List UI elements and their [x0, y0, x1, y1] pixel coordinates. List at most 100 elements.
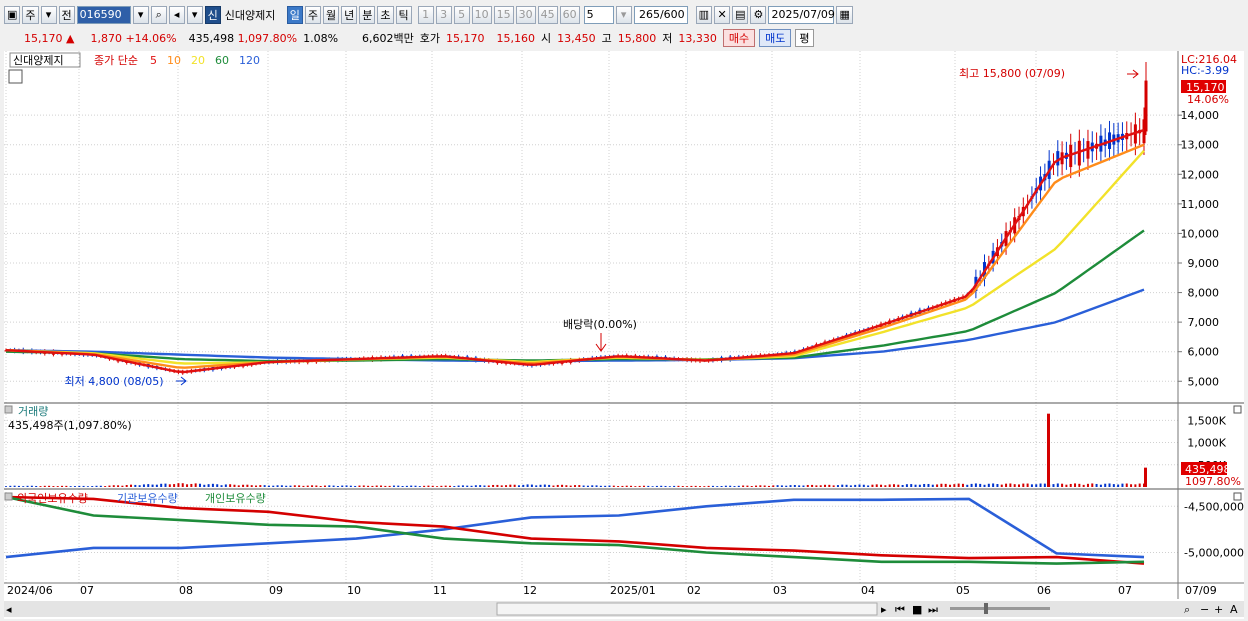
holdings-y-tick: -5,000,000 — [1184, 547, 1244, 560]
speaker-icon[interactable]: ◂ — [168, 5, 185, 24]
buy-button[interactable]: 매수 — [722, 29, 756, 47]
legend-stock-name: 신대양제지 — [13, 54, 64, 67]
volume-bar — [500, 485, 503, 487]
volume-bar — [13, 485, 16, 487]
interval-tab-45[interactable]: 45 — [537, 5, 558, 24]
chevron-down-icon[interactable]: ▾ — [40, 5, 57, 24]
zoom-slider-handle[interactable] — [984, 603, 988, 614]
dividend-annotation: 배당락(0.00%) — [563, 318, 637, 331]
volume-bar — [897, 484, 900, 487]
candle-icon[interactable]: ▥ — [695, 5, 713, 24]
y-tick-label: 6,000 — [1188, 346, 1220, 359]
code-dropdown-icon[interactable]: ▾ — [132, 5, 149, 24]
volume-bar — [1061, 483, 1064, 487]
volume-bar — [936, 484, 939, 487]
volume-bar — [1095, 483, 1098, 487]
volume-bar — [237, 485, 240, 487]
zoom-in-icon[interactable]: + — [1214, 603, 1223, 616]
high-label: 고 — [601, 32, 612, 45]
volume-bar — [293, 485, 296, 487]
volume-bar — [1039, 483, 1042, 487]
volume-bar — [565, 485, 568, 487]
volume-bar — [444, 485, 447, 487]
average-button[interactable]: 평 — [795, 29, 814, 47]
volume-panel-close-icon[interactable] — [1233, 405, 1242, 414]
volume-bar — [651, 486, 654, 487]
date-input[interactable]: 2025/07/09 — [768, 5, 835, 24]
interval-tab-15[interactable]: 15 — [493, 5, 514, 24]
volume-bar — [375, 485, 378, 487]
volume-bar — [487, 485, 490, 487]
amount-value: 6,602백만 — [362, 32, 414, 45]
scroll-right-icon[interactable]: ▸ — [881, 603, 887, 616]
volume-bar — [82, 485, 85, 487]
volume-bar — [207, 484, 210, 487]
volume-bar — [1017, 484, 1020, 487]
volume-bar — [203, 484, 206, 487]
search-icon[interactable]: ⌕ — [150, 5, 167, 24]
period-tab-2[interactable]: 월 — [323, 5, 340, 24]
speaker-dropdown-icon[interactable]: ▾ — [186, 5, 203, 24]
zoom-icon[interactable]: ⌕ — [1184, 603, 1190, 616]
calendar-icon[interactable]: ▦ — [836, 5, 853, 24]
crosshair-icon[interactable]: ✕ — [714, 5, 731, 24]
sell-button[interactable]: 매도 — [759, 29, 792, 47]
interval-tab-60[interactable]: 60 — [559, 5, 580, 24]
low-annotation: 최저 4,800 (08/05) — [64, 375, 163, 388]
volume-bar — [358, 485, 361, 487]
volume-bar — [526, 484, 529, 487]
period-tab-5[interactable]: 초 — [377, 5, 394, 24]
font-size-icon[interactable]: A — [1230, 603, 1238, 616]
zoom-slider[interactable] — [950, 607, 1050, 610]
x-tick-label: 04 — [861, 584, 875, 597]
volume-bar — [746, 485, 749, 487]
volume-bar — [371, 485, 374, 487]
scroll-first-icon[interactable]: ⏮ — [895, 603, 905, 616]
window-menu-icon[interactable]: ▣ — [4, 5, 21, 24]
stock-code-input[interactable]: 016590 — [76, 5, 131, 24]
volume-bar — [431, 485, 434, 487]
interval-tab-1[interactable]: 1 — [417, 5, 434, 24]
interval-tab-10[interactable]: 10 — [471, 5, 492, 24]
period-tab-3[interactable]: 년 — [341, 5, 358, 24]
period-tab-0[interactable]: 일 — [286, 5, 303, 24]
volume-bar — [99, 485, 102, 487]
prev-button[interactable]: 전 — [58, 5, 75, 24]
volume-bar — [1091, 483, 1094, 487]
volume-bar — [875, 484, 878, 487]
holdings-panel-close-icon[interactable] — [1233, 492, 1242, 501]
volume-bar — [39, 486, 42, 487]
interval-select[interactable]: 5 — [583, 5, 614, 24]
stock-code-value: 016590 — [79, 8, 122, 21]
volume-bar — [1022, 483, 1025, 487]
volume-bar — [961, 483, 964, 487]
period-tab-6[interactable]: 틱 — [395, 5, 412, 24]
zoom-out-icon[interactable]: − — [1200, 603, 1209, 616]
volume-bar — [73, 486, 76, 487]
interval-tab-5[interactable]: 5 — [453, 5, 470, 24]
scrollbar-thumb[interactable] — [496, 602, 878, 616]
volume-bar — [569, 485, 572, 487]
scroll-left-icon[interactable]: ◂ — [6, 603, 12, 616]
ma-legend-10: 10 — [167, 54, 181, 67]
interval-tab-3[interactable]: 3 — [435, 5, 452, 24]
volume-bar — [1005, 483, 1008, 487]
volume-bar — [940, 483, 943, 487]
scroll-last-icon[interactable]: ⏭ — [928, 603, 938, 616]
gear-icon[interactable]: ⚙ — [750, 5, 767, 24]
stop-icon[interactable]: ■ — [912, 603, 922, 616]
volume-bar — [901, 484, 904, 487]
volume-bar — [548, 484, 551, 487]
interval-tab-30[interactable]: 30 — [515, 5, 536, 24]
grid-toggle-icon[interactable] — [8, 69, 23, 84]
volume-bar — [367, 485, 370, 487]
interval-dropdown-icon[interactable]: ▾ — [615, 5, 632, 24]
period-toggle[interactable]: 주 — [22, 5, 39, 24]
quote-bar: 15,170 ▲ 1,870 +14.06% 435,498 1,097.80%… — [0, 27, 1248, 49]
save-icon[interactable]: ▤ — [732, 5, 749, 24]
count-max: /600 — [659, 8, 685, 21]
count-input[interactable]: 265/600 — [633, 5, 688, 24]
stock-chart[interactable]: 14,000 13,000 12,000 11,000 10,000 9,000 8,000… — [4, 51, 1244, 619]
period-tab-1[interactable]: 주 — [304, 5, 322, 24]
period-tab-4[interactable]: 분 — [359, 5, 376, 24]
